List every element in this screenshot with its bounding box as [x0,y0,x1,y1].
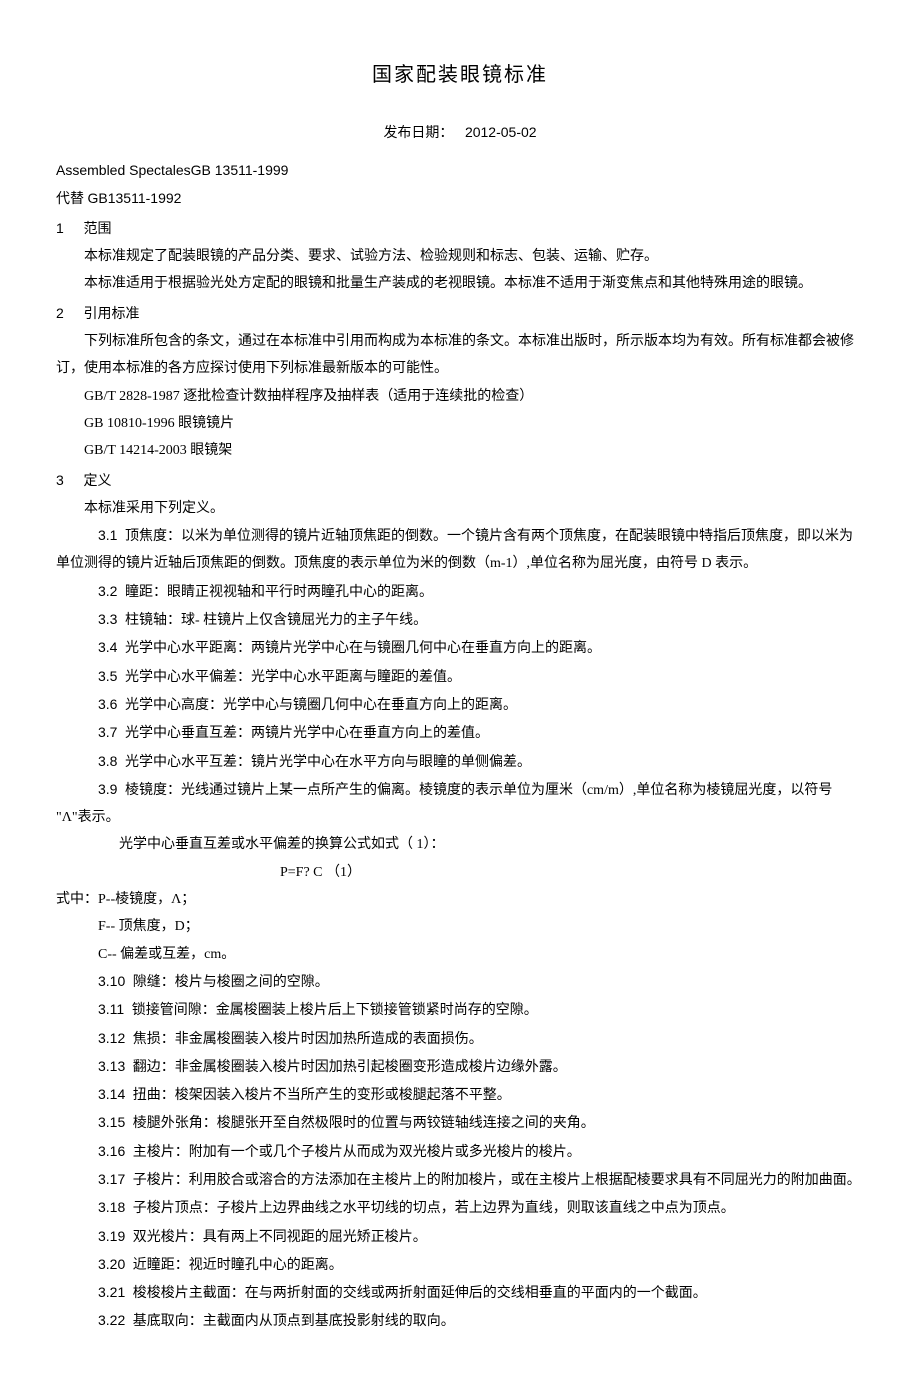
def-3-18-num: 3.18 [77,1194,125,1221]
def-3-1-num: 3.1 [77,522,117,549]
def-3-22-text: 基底取向：主截面内从顶点到基底投影射线的取向。 [129,1314,455,1329]
def-3-12-text: 焦损：非金属梭圈装入梭片时因加热所造成的表面损伤。 [129,1032,483,1047]
def-3-22-num: 3.22 [77,1307,125,1334]
section-1-para-2: 本标准适用于根据验光处方定配的眼镜和批量生产装成的老视眼镜。本标准不适用于渐变焦… [56,270,864,297]
def-3-3-text: 柱镜轴：球- 柱镜片上仅含镜屈光力的主子午线。 [121,613,427,628]
section-1-title: 范围 [84,222,112,237]
def-3-16: 3.16 主梭片：附加有一个或几个子梭片从而成为双光梭片或多光梭片的梭片。 [56,1138,864,1166]
def-3-16-num: 3.16 [77,1138,125,1165]
section-2-heading: 2 引用标准 [56,300,864,328]
def-3-14: 3.14 扭曲：梭架因装入梭片不当所产生的变形或梭腿起落不平整。 [56,1081,864,1109]
def-3-21: 3.21 梭梭梭片主截面：在与两折射面的交线或两折射面延伸后的交线相垂直的平面内… [56,1279,864,1307]
def-3-14-text: 扭曲：梭架因装入梭片不当所产生的变形或梭腿起落不平整。 [129,1088,511,1103]
def-3-15-num: 3.15 [77,1109,125,1136]
ref-standard-1: GB/T 2828-1987 逐批检查计数抽样程序及抽样表（适用于连续批的检查） [56,383,864,410]
section-1-heading: 1 范围 [56,215,864,243]
def-3-12-num: 3.12 [77,1025,125,1052]
where-c: C-- 偏差或互差，cm。 [56,941,864,968]
publish-date-label: 发布日期： [383,126,453,141]
def-3-8: 3.8 光学中心水平互差：镜片光学中心在水平方向与眼瞳的单侧偏差。 [56,748,864,776]
def-3-11-num: 3.11 [77,996,124,1023]
def-3-20-text: 近瞳距：视近时瞳孔中心的距离。 [129,1258,343,1273]
def-3-7: 3.7 光学中心垂直互差：两镜片光学中心在垂直方向上的差值。 [56,719,864,747]
def-3-8-text: 光学中心水平互差：镜片光学中心在水平方向与眼瞳的单侧偏差。 [121,755,531,770]
def-3-8-num: 3.8 [77,748,117,775]
def-3-5: 3.5 光学中心水平偏差：光学中心水平距离与瞳距的差值。 [56,663,864,691]
def-3-4: 3.4 光学中心水平距离：两镜片光学中心在与镜圈几何中心在垂直方向上的距离。 [56,634,864,662]
section-1-para-1: 本标准规定了配装眼镜的产品分类、要求、试验方法、检验规则和标志、包装、运输、贮存… [56,243,864,270]
def-3-11-text: 锁接管间隙：金属梭圈装上梭片后上下锁接管锁紧时尚存的空隙。 [128,1003,538,1018]
section-1-number: 1 [56,215,80,242]
def-3-6: 3.6 光学中心高度：光学中心与镜圈几何中心在垂直方向上的距离。 [56,691,864,719]
def-3-18: 3.18 子梭片顶点：子梭片上边界曲线之水平切线的切点，若上边界为直线，则取该直… [56,1194,864,1222]
def-3-15-text: 棱腿外张角：梭腿张开至自然极限时的位置与两铰链轴线连接之间的夹角。 [129,1116,595,1131]
def-3-13: 3.13 翻边：非金属梭圈装入梭片时因加热引起梭圈变形造成梭片边缘外露。 [56,1053,864,1081]
def-3-7-num: 3.7 [77,719,117,746]
def-3-9-text: 棱镜度：光线通过镜片上某一点所产生的偏离。棱镜度的表示单位为厘米（cm/m）,单… [56,783,832,825]
def-3-4-text: 光学中心水平距离：两镜片光学中心在与镜圈几何中心在垂直方向上的距离。 [121,641,601,656]
def-3-20-num: 3.20 [77,1251,125,1278]
def-3-10-num: 3.10 [77,968,125,995]
def-3-22: 3.22 基底取向：主截面内从顶点到基底投影射线的取向。 [56,1307,864,1335]
def-3-12: 3.12 焦损：非金属梭圈装入梭片时因加热所造成的表面损伤。 [56,1025,864,1053]
english-title-line: Assembled SpectalesGB 13511-1999 [56,157,864,184]
def-3-19: 3.19 双光梭片：具有两上不同视距的屈光矫正梭片。 [56,1223,864,1251]
def-3-7-text: 光学中心垂直互差：两镜片光学中心在垂直方向上的差值。 [121,726,489,741]
ref-standard-2: GB 10810-1996 眼镜镜片 [56,410,864,437]
def-3-21-num: 3.21 [77,1279,125,1306]
def-3-2: 3.2 瞳距：眼睛正视视轴和平行时两瞳孔中心的距离。 [56,578,864,606]
section-2-title: 引用标准 [84,307,140,322]
def-3-4-num: 3.4 [77,634,117,661]
section-3-heading: 3 定义 [56,467,864,495]
where-intro: 式中：P--棱镜度，Λ； [56,886,864,913]
where-f: F-- 顶焦度，D； [56,913,864,940]
def-3-6-num: 3.6 [77,691,117,718]
section-2-para-1: 下列标准所包含的条文，通过在本标准中引用而构成为本标准的条文。本标准出版时，所示… [56,328,864,383]
supersedes-code: GB13511-1992 [88,190,182,206]
def-3-16-text: 主梭片：附加有一个或几个子梭片从而成为双光梭片或多光梭片的梭片。 [129,1145,581,1160]
def-3-17-num: 3.17 [77,1166,125,1193]
def-3-9: 3.9 棱镜度：光线通过镜片上某一点所产生的偏离。棱镜度的表示单位为厘米（cm/… [56,776,864,832]
def-3-11: 3.11 锁接管间隙：金属梭圈装上梭片后上下锁接管锁紧时尚存的空隙。 [56,996,864,1024]
section-3-number: 3 [56,467,80,494]
ref-standard-3: GB/T 14214-2003 眼镜架 [56,437,864,464]
def-3-2-text: 瞳距：眼睛正视视轴和平行时两瞳孔中心的距离。 [121,585,433,600]
def-3-19-num: 3.19 [77,1223,125,1250]
section-2-number: 2 [56,300,80,327]
def-3-15: 3.15 棱腿外张角：梭腿张开至自然极限时的位置与两铰链轴线连接之间的夹角。 [56,1109,864,1137]
def-3-1-text: 顶焦度：以米为单位测得的镜片近轴顶焦距的倒数。一个镜片含有两个顶焦度，在配装眼镜… [56,529,853,571]
def-3-5-num: 3.5 [77,663,117,690]
publish-date-value: 2012-05-02 [465,124,537,140]
def-3-14-num: 3.14 [77,1081,125,1108]
formula-intro: 光学中心垂直互差或水平偏差的换算公式如式（ 1）： [56,831,864,858]
supersedes-label: 代替 [56,192,88,207]
def-3-6-text: 光学中心高度：光学中心与镜圈几何中心在垂直方向上的距离。 [121,698,517,713]
def-3-17: 3.17 子梭片：利用胶合或溶合的方法添加在主梭片上的附加梭片，或在主梭片上根据… [56,1166,864,1194]
def-3-17-text: 子梭片：利用胶合或溶合的方法添加在主梭片上的附加梭片，或在主梭片上根据配棱要求具… [129,1173,861,1188]
def-3-2-num: 3.2 [77,578,117,605]
section-3-intro: 本标准采用下列定义。 [56,495,864,522]
def-3-5-text: 光学中心水平偏差：光学中心水平距离与瞳距的差值。 [121,670,461,685]
def-3-10-text: 隙缝：梭片与梭圈之间的空隙。 [129,975,329,990]
formula: P=F? C （1） [56,859,864,886]
section-3-title: 定义 [84,474,112,489]
def-3-10: 3.10 隙缝：梭片与梭圈之间的空隙。 [56,968,864,996]
def-3-3-num: 3.3 [77,606,117,633]
def-3-13-text: 翻边：非金属梭圈装入梭片时因加热引起梭圈变形造成梭片边缘外露。 [129,1060,567,1075]
document-title: 国家配装眼镜标准 [56,56,864,95]
def-3-20: 3.20 近瞳距：视近时瞳孔中心的距离。 [56,1251,864,1279]
def-3-9-num: 3.9 [77,776,117,803]
supersedes-line: 代替 GB13511-1992 [56,185,864,213]
def-3-19-text: 双光梭片：具有两上不同视距的屈光矫正梭片。 [129,1230,427,1245]
def-3-3: 3.3 柱镜轴：球- 柱镜片上仅含镜屈光力的主子午线。 [56,606,864,634]
def-3-21-text: 梭梭梭片主截面：在与两折射面的交线或两折射面延伸后的交线相垂直的平面内的一个截面… [129,1286,707,1301]
def-3-13-num: 3.13 [77,1053,125,1080]
def-3-18-text: 子梭片顶点：子梭片上边界曲线之水平切线的切点，若上边界为直线，则取该直线之中点为… [129,1201,735,1216]
def-3-1: 3.1 顶焦度：以米为单位测得的镜片近轴顶焦距的倒数。一个镜片含有两个顶焦度，在… [56,522,864,578]
publish-date-line: 发布日期： 2012-05-02 [56,119,864,147]
